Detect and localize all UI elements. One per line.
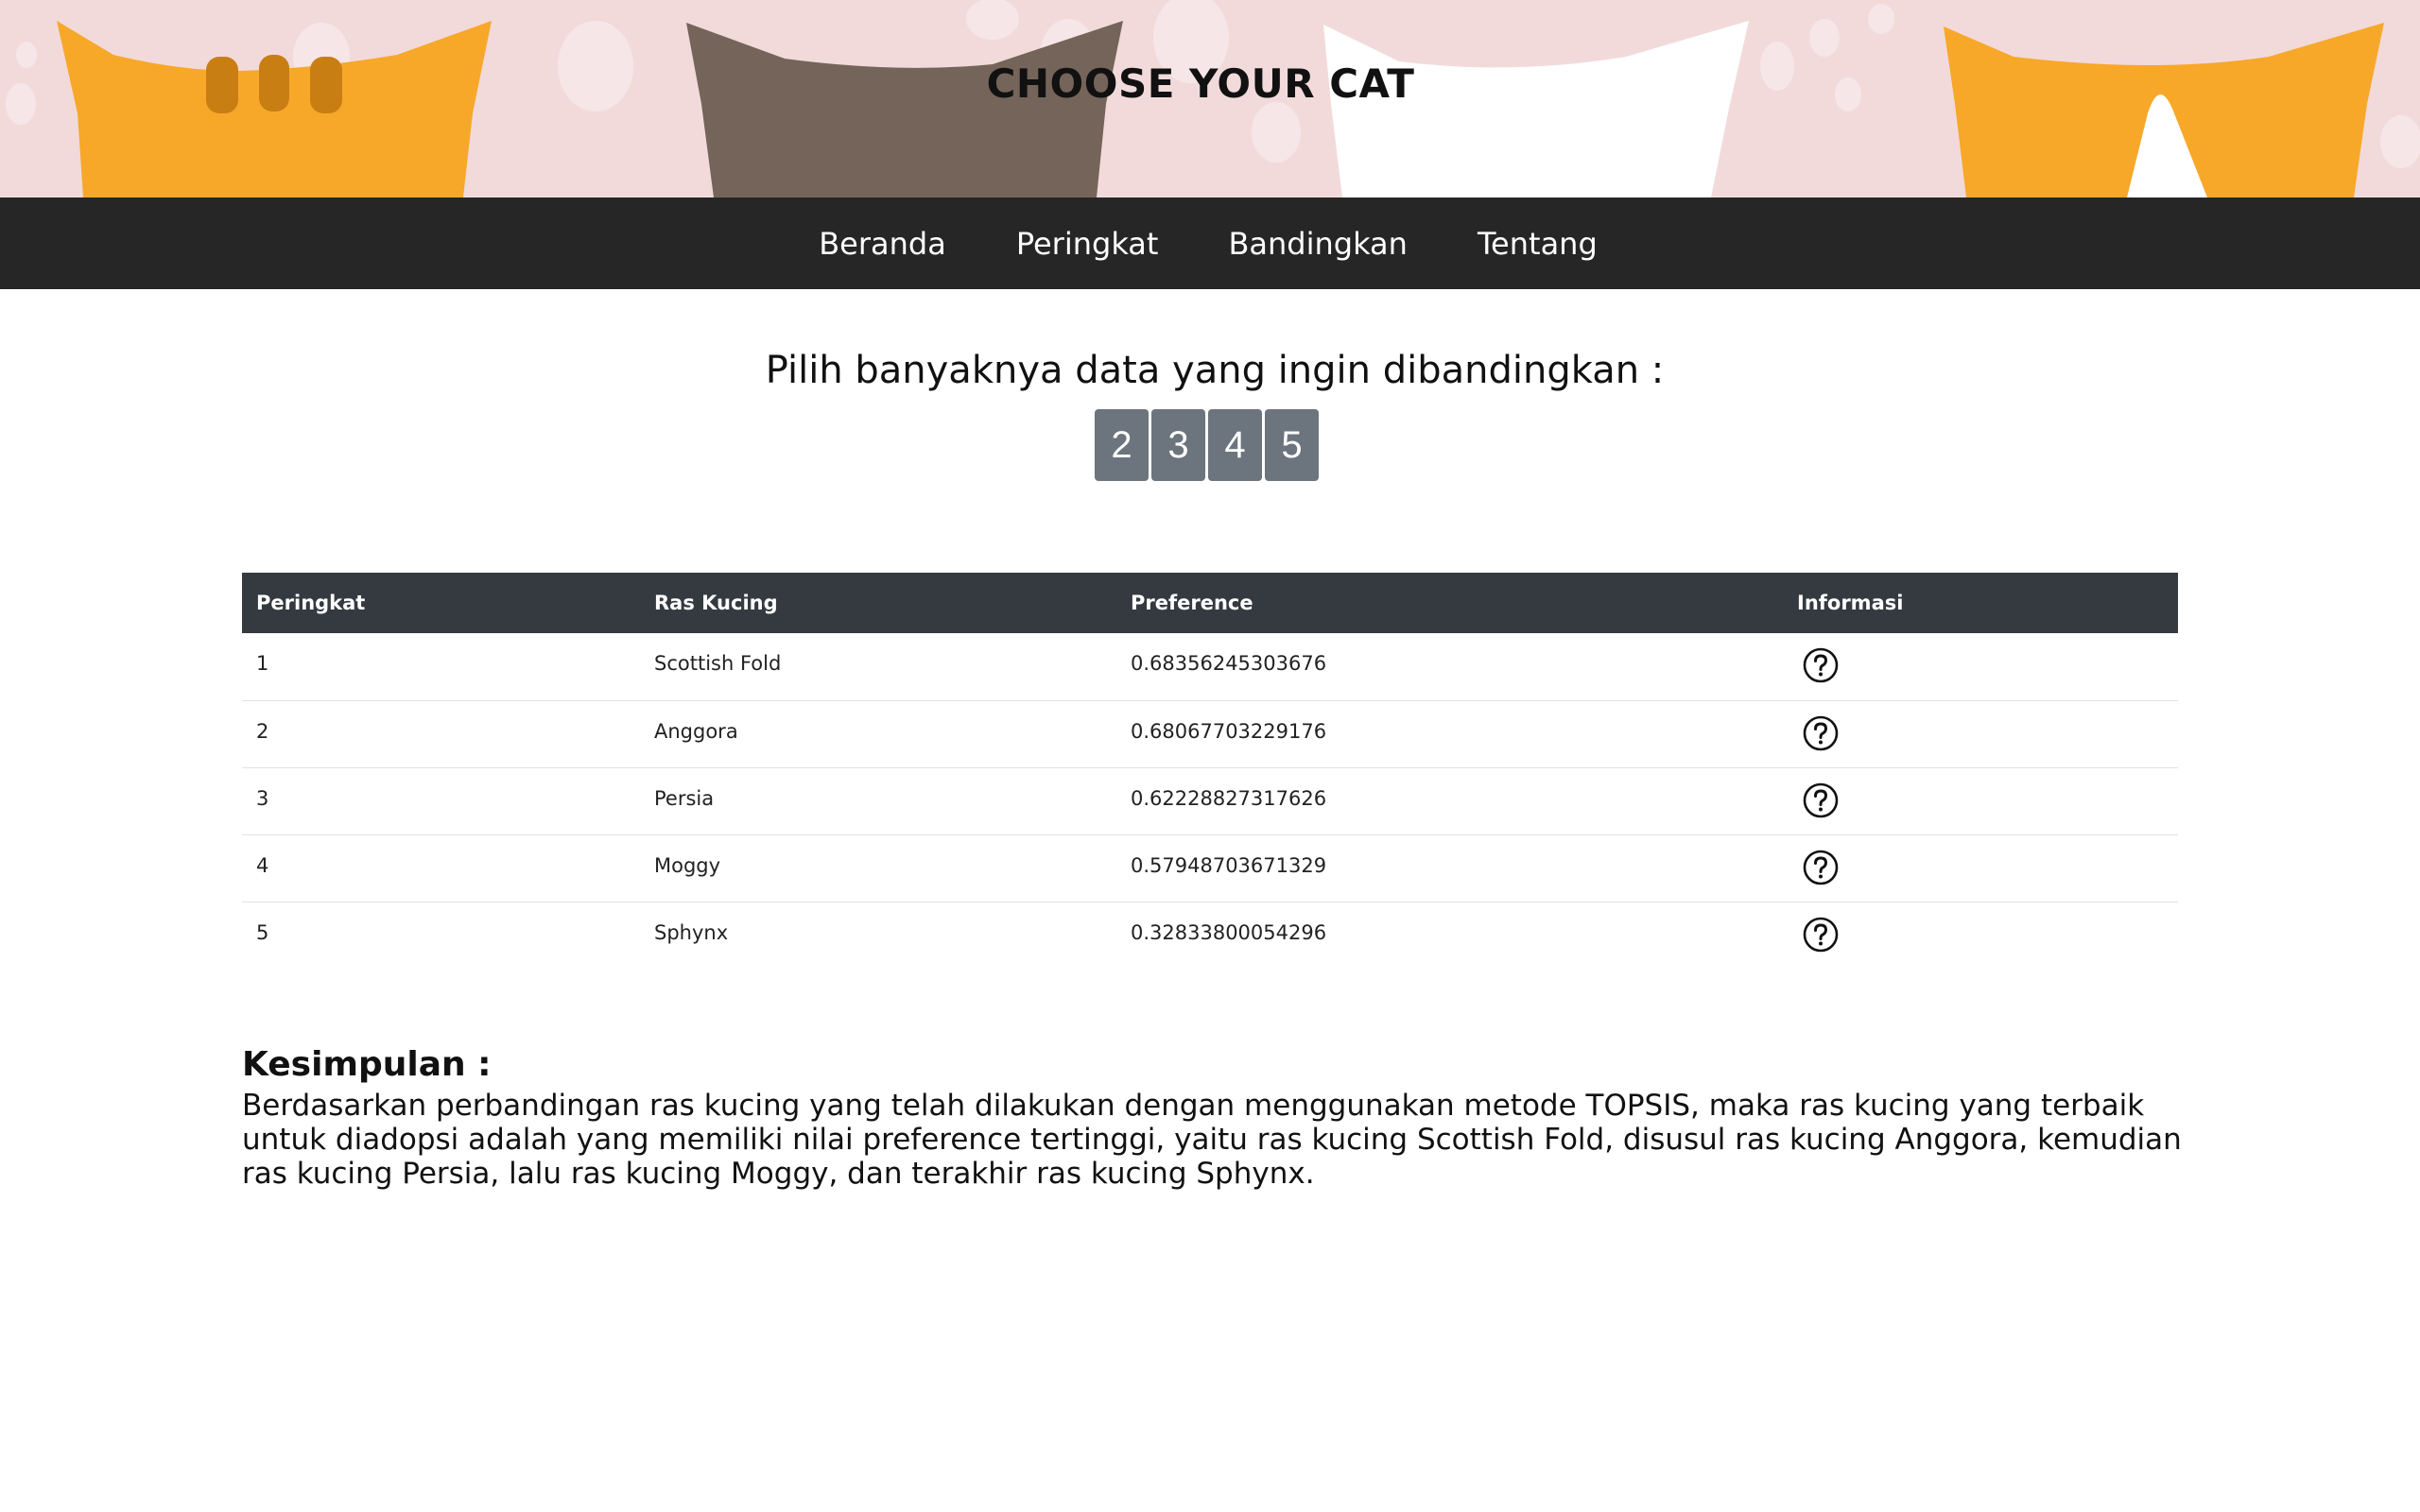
compare-2-button[interactable]: 2 [1095,409,1149,481]
header-preference: Preference [1116,573,1783,633]
question-circle-icon[interactable] [1802,849,1840,886]
info-cell [1783,700,2178,768]
preference-cell: 0.57948703671329 [1116,834,1783,902]
table-header-row: Peringkat Ras Kucing Preference Informas… [242,573,2178,633]
brown-cat [686,21,1123,198]
compare-count-button-group: 2 3 4 5 [0,409,2420,481]
compare-5-button[interactable]: 5 [1265,409,1319,481]
ranking-table-container: Peringkat Ras Kucing Preference Informas… [242,573,2178,969]
breed-cell: Sphynx [654,920,729,944]
nav-item-bandingkan[interactable]: Bandingkan [1193,226,1443,262]
info-cell [1783,633,2178,701]
preference-cell: 0.62228827317626 [1116,767,1783,835]
breed-cell: Moggy [640,834,1116,902]
table-row: 3 Persia 0.62228827317626 [242,767,2178,835]
question-circle-icon[interactable] [1802,714,1840,752]
preference-cell: 0.32833800054296 [1131,920,1327,944]
header-informasi: Informasi [1783,573,2178,633]
compare-count-prompt: Pilih banyaknya data yang ingin dibandin… [765,349,1665,392]
table-row: 2 Anggora 0.68067703229176 [242,700,2178,768]
nav-item-tentang[interactable]: Tentang [1443,226,1633,262]
white-cat [1323,21,1749,198]
table-row: 5 Sphynx 0.32833800054296 [242,902,2178,969]
table-row: 4 Moggy 0.57948703671329 [242,834,2178,902]
question-circle-icon[interactable] [1802,782,1840,819]
info-cell [1783,834,2178,902]
conclusion-text: Berdasarkan perbandingan ras kucing yang… [242,1089,2182,1191]
preference-cell: 0.68356245303676 [1116,633,1783,701]
rank-cell: 5 [256,920,269,944]
conclusion-title: Kesimpulan : [242,1045,492,1084]
breed-cell: Scottish Fold [640,633,1116,701]
main-navbar: Beranda Peringkat Bandingkan Tentang [0,198,2420,289]
question-circle-icon[interactable] [1802,916,1840,954]
breed-cell: Anggora [640,700,1116,768]
header-banner: CHOOSE YOUR CAT [0,0,2420,198]
rank-cell: 2 [242,700,640,768]
header-peringkat: Peringkat [242,573,640,633]
nav-item-beranda[interactable]: Beranda [784,226,981,262]
site-title: CHOOSE YOUR CAT [986,60,1415,107]
nav-item-peringkat[interactable]: Peringkat [981,226,1194,262]
breed-cell: Persia [640,767,1116,835]
conclusion-section: Kesimpulan : Berdasarkan perbandingan ra… [242,1041,2189,1191]
compare-4-button[interactable]: 4 [1208,409,1262,481]
ranking-table: Peringkat Ras Kucing Preference Informas… [242,573,2178,969]
question-circle-icon[interactable] [1802,646,1840,684]
rank-cell: 4 [242,834,640,902]
info-cell [1783,902,2178,969]
rank-cell: 3 [242,767,640,835]
info-cell [1783,767,2178,835]
rank-cell: 1 [242,633,640,701]
preference-cell: 0.68067703229176 [1116,700,1783,768]
compare-3-button[interactable]: 3 [1151,409,1205,481]
nav-list: Beranda Peringkat Bandingkan Tentang [784,226,1633,262]
header-ras-kucing: Ras Kucing [640,573,1116,633]
table-row: 1 Scottish Fold 0.68356245303676 [242,633,2178,701]
